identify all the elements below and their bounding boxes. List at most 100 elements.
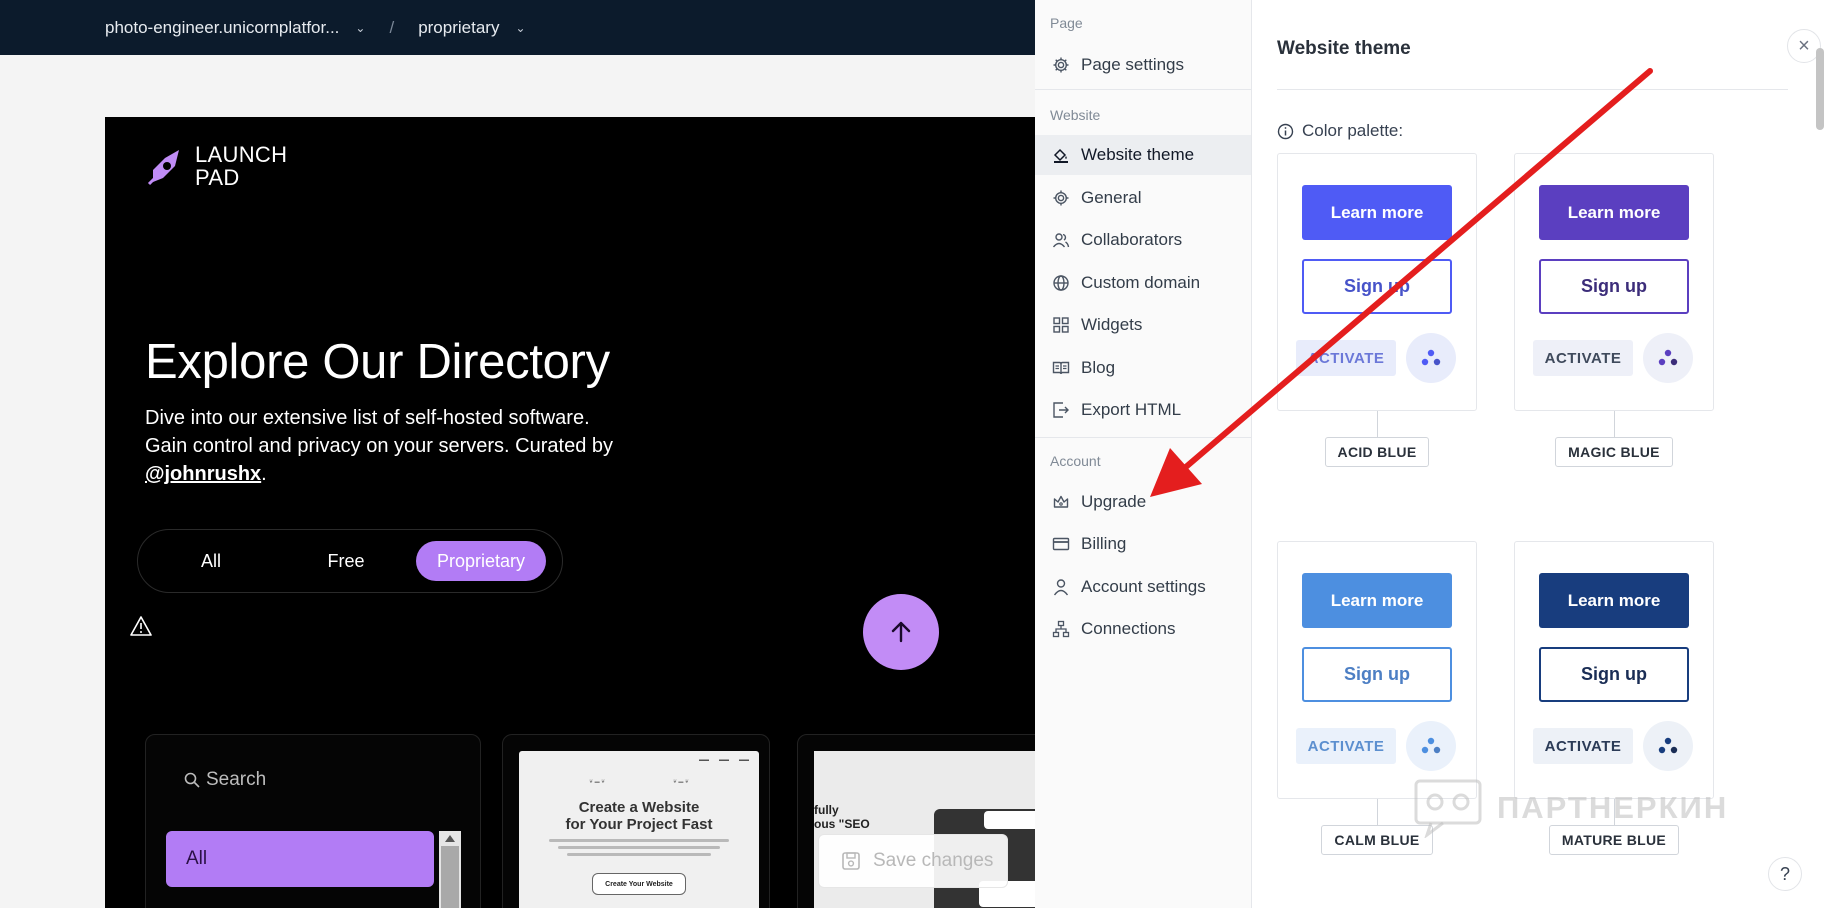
menu-label: General <box>1081 188 1142 207</box>
customize-palette-button[interactable] <box>1643 333 1693 383</box>
theme-connector <box>1377 411 1378 437</box>
arrow-up-icon <box>891 621 911 643</box>
section-label-page: Page <box>1050 15 1083 31</box>
thumbnail-text-line1: fully <box>814 803 839 817</box>
scroll-to-top-button[interactable] <box>863 594 939 670</box>
watermark-logo-icon <box>1414 779 1482 838</box>
breadcrumb-separator: / <box>389 17 395 37</box>
palette-dots-icon <box>1658 349 1678 366</box>
theme-card[interactable]: Learn more Sign up ACTIVATE <box>1277 541 1477 799</box>
sign-up-preview-button: Sign up <box>1302 647 1452 702</box>
thumbnail-text-lines <box>549 839 729 860</box>
theme-name-label: ACID BLUE <box>1324 437 1430 467</box>
save-changes-button[interactable]: Save changes <box>818 834 1008 888</box>
help-button[interactable]: ? <box>1768 857 1802 891</box>
menu-item-custom-domain[interactable]: Custom domain <box>1035 263 1251 303</box>
menu-item-upgrade[interactable]: Upgrade <box>1035 482 1251 522</box>
menu-item-export-html[interactable]: Export HTML <box>1035 390 1251 430</box>
menu-divider <box>1035 437 1251 438</box>
learn-more-preview-button: Learn more <box>1539 573 1689 628</box>
site-logo[interactable]: LAUNCH PAD <box>145 143 287 189</box>
category-scrollbar[interactable] <box>439 831 461 908</box>
scroll-up-arrow-icon[interactable] <box>445 835 455 842</box>
theme-name-label: MAGIC BLUE <box>1555 437 1673 467</box>
section-label-website: Website <box>1050 107 1101 123</box>
menu-divider <box>1035 89 1251 90</box>
thumbnail-title: Create a Website for Your Project Fast <box>519 799 759 833</box>
chevron-down-icon: ⌄ <box>355 20 366 35</box>
scrollbar-thumb[interactable] <box>441 846 459 908</box>
hero-period: . <box>261 463 267 485</box>
menu-label: Billing <box>1081 534 1127 553</box>
website-theme-panel: Website theme × Color palette: Learn mor… <box>1252 0 1826 908</box>
customize-palette-button[interactable] <box>1406 333 1456 383</box>
hero-title: Explore Our Directory <box>145 335 610 389</box>
activate-theme-button[interactable]: ACTIVATE <box>1296 728 1396 764</box>
hero-desc-line2: Gain control and privacy on your servers… <box>145 435 613 457</box>
card-icon <box>1052 537 1070 551</box>
menu-item-page-settings[interactable]: Page settings <box>1035 45 1251 85</box>
menu-label: Export HTML <box>1081 400 1182 419</box>
learn-more-preview-button: Learn more <box>1302 573 1452 628</box>
filter-free[interactable]: Free <box>276 541 416 581</box>
menu-item-general[interactable]: General <box>1035 178 1251 218</box>
directory-search[interactable]: Search <box>184 769 266 791</box>
warning-icon[interactable] <box>130 615 152 637</box>
filter-all[interactable]: All <box>146 541 276 581</box>
floppy-disk-icon <box>842 852 860 870</box>
project-selector[interactable]: photo-engineer.unicornplatfor... ⌄ <box>105 18 365 38</box>
sign-up-preview-button: Sign up <box>1302 259 1452 314</box>
users-icon <box>1052 233 1070 248</box>
globe-icon <box>1053 275 1069 291</box>
author-link[interactable]: @johnrushx <box>145 463 261 485</box>
listing-thumbnail: ▬▬ ▬▬ ▬▬ ❦ ▬ ❦ ❦ ▬ ❦ Create a Website for Y… <box>519 751 759 908</box>
pricing-filter: All Free Proprietary <box>137 529 563 593</box>
search-placeholder: Search <box>206 769 267 790</box>
menu-label: Connections <box>1081 619 1176 638</box>
close-icon: × <box>1798 34 1810 57</box>
editor-topbar: photo-engineer.unicornplatfor... ⌄ / pro… <box>0 0 1035 55</box>
grid-icon <box>1053 317 1069 333</box>
menu-label: Collaborators <box>1081 230 1183 249</box>
menu-item-collaborators[interactable]: Collaborators <box>1035 220 1251 260</box>
search-icon <box>184 772 200 788</box>
book-icon <box>1052 361 1070 375</box>
menu-item-blog[interactable]: Blog <box>1035 348 1251 388</box>
palette-dots-icon <box>1658 737 1678 754</box>
customize-palette-button[interactable] <box>1406 721 1456 771</box>
menu-item-account-settings[interactable]: Account settings <box>1035 567 1251 607</box>
hero-description: Dive into our extensive list of self-hos… <box>145 404 665 488</box>
theme-card[interactable]: Learn more Sign up ACTIVATE <box>1277 153 1477 411</box>
section-label-account: Account <box>1050 453 1101 469</box>
activate-theme-button[interactable]: ACTIVATE <box>1296 340 1396 376</box>
crown-icon <box>1053 495 1069 508</box>
customize-palette-button[interactable] <box>1643 721 1693 771</box>
category-all[interactable]: All <box>166 831 434 887</box>
page-selector[interactable]: proprietary ⌄ <box>418 18 525 38</box>
theme-card[interactable]: Learn more Sign up ACTIVATE <box>1514 153 1714 411</box>
user-icon <box>1053 579 1069 596</box>
theme-card[interactable]: Learn more Sign up ACTIVATE <box>1514 541 1714 799</box>
activate-theme-button[interactable]: ACTIVATE <box>1533 728 1633 764</box>
gear-icon <box>1053 57 1069 73</box>
filter-proprietary[interactable]: Proprietary <box>416 541 546 581</box>
learn-more-preview-button: Learn more <box>1539 185 1689 240</box>
app-window: photo-engineer.unicornplatfor... ⌄ / pro… <box>0 0 1826 908</box>
menu-item-connections[interactable]: Connections <box>1035 609 1251 649</box>
thumbnail-text-line2: ous "SEO <box>814 817 870 831</box>
activate-theme-button[interactable]: ACTIVATE <box>1533 340 1633 376</box>
menu-item-widgets[interactable]: Widgets <box>1035 305 1251 345</box>
learn-more-preview-button: Learn more <box>1302 185 1452 240</box>
directory-sidebar-card: Search All <box>145 734 481 908</box>
info-icon[interactable] <box>1277 123 1294 140</box>
panel-scrollbar[interactable] <box>1816 48 1824 130</box>
listing-card[interactable]: ▬▬ ▬▬ ▬▬ ❦ ▬ ❦ ❦ ▬ ❦ Create a Website for Y… <box>502 734 770 908</box>
thumbnail-cta: Create Your Website <box>592 873 686 895</box>
sitemap-icon <box>1052 620 1070 638</box>
menu-item-billing[interactable]: Billing <box>1035 524 1251 564</box>
menu-item-website-theme[interactable]: Website theme <box>1035 135 1251 175</box>
menu-label: Blog <box>1081 358 1116 377</box>
thumbnail-text: fully ous "SEO <box>814 803 870 831</box>
settings-menu: Page Page settings Website Website theme… <box>1035 0 1252 908</box>
panel-title: Website theme <box>1277 38 1411 59</box>
